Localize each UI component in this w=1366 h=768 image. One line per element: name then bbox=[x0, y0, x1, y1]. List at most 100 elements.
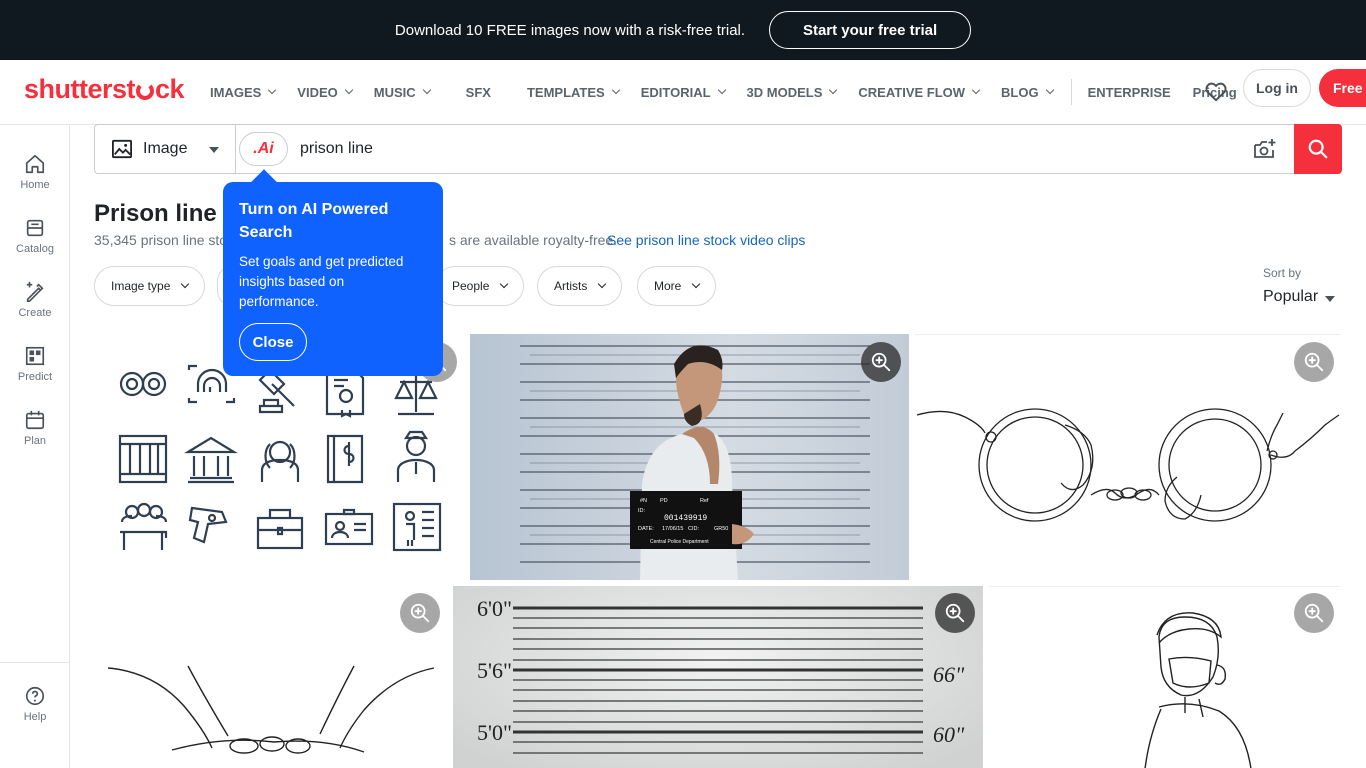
rail-create[interactable]: Create bbox=[0, 281, 70, 319]
height-label-56: 5'6" bbox=[477, 658, 512, 683]
search-input[interactable] bbox=[300, 135, 1200, 163]
logo-ring-icon bbox=[136, 82, 155, 100]
tooltip-body: Set goals and get predicted insights bas… bbox=[239, 254, 404, 309]
svg-text:Ref: Ref bbox=[700, 498, 709, 504]
rail-catalog[interactable]: Catalog bbox=[0, 217, 70, 255]
height-label-6ft: 6'0" bbox=[477, 596, 512, 621]
rail-home-label: Home bbox=[20, 179, 50, 191]
promo-text: Download 10 FREE images now with a risk-… bbox=[394, 21, 746, 39]
nav-sfx[interactable]: SFX bbox=[466, 85, 491, 100]
svg-text:CID:: CID: bbox=[688, 526, 699, 532]
tooltip-close-button[interactable]: Close bbox=[239, 323, 307, 361]
nav-music[interactable]: MUSIC bbox=[374, 85, 431, 100]
filter-artists[interactable]: Artists bbox=[537, 266, 623, 306]
site-header: shutterst ck IMAGES VIDEO MUSIC SFX TEMPL… bbox=[0, 60, 1366, 125]
rail-home[interactable]: Home bbox=[0, 153, 70, 191]
rail-predict-label: Predict bbox=[17, 371, 53, 383]
zoom-button[interactable] bbox=[861, 342, 901, 382]
rail-help[interactable]: Help bbox=[0, 685, 70, 723]
home-icon bbox=[25, 154, 45, 174]
placard-date: 17/06/15 bbox=[662, 526, 683, 532]
rail-help-label: Help bbox=[23, 711, 47, 723]
logo-text-start: shutterst bbox=[24, 74, 136, 104]
nav-templates[interactable]: TEMPLATES bbox=[527, 85, 620, 100]
ai-search-toggle[interactable]: .Ai bbox=[239, 132, 288, 166]
nav-divider bbox=[1070, 79, 1072, 105]
rail-catalog-label: Catalog bbox=[16, 243, 54, 255]
result-tile-mugshot[interactable]: #N PD Ref ID: 001439919 DATE: 17/06/15 C… bbox=[470, 334, 909, 580]
result-tile-height-chart[interactable]: 6'0" 5'6" 5'0" 66" 60" bbox=[453, 586, 983, 768]
chevron-down-icon bbox=[971, 85, 981, 95]
logo-text-end: ck bbox=[155, 74, 185, 104]
search-bar: Image .Ai bbox=[94, 124, 1342, 174]
result-tile-masked-person[interactable] bbox=[989, 586, 1340, 768]
tooltip-title: Turn on AI Powered Search bbox=[239, 201, 389, 241]
rail-predict[interactable]: Predict bbox=[0, 345, 70, 383]
chevron-down-icon bbox=[1045, 85, 1054, 95]
svg-text:ID:: ID: bbox=[638, 508, 646, 514]
search-button[interactable] bbox=[1294, 124, 1342, 174]
chevron-down-icon bbox=[829, 85, 838, 95]
create-icon bbox=[26, 281, 44, 302]
chevron-down-icon bbox=[611, 85, 620, 95]
zoom-button[interactable] bbox=[1294, 342, 1334, 382]
result-tile-handcuffs[interactable] bbox=[915, 334, 1340, 580]
placard-department: Central Police Department bbox=[650, 539, 709, 545]
filter-people[interactable]: People bbox=[435, 266, 525, 306]
chevron-down-icon bbox=[422, 85, 431, 95]
chevron-down-icon bbox=[344, 85, 354, 95]
chevron-down-icon bbox=[268, 85, 277, 95]
camera-search-icon[interactable] bbox=[1253, 138, 1277, 160]
rail-plan-label: Plan bbox=[23, 435, 47, 447]
sort-label: Sort by bbox=[1263, 266, 1302, 280]
free-trial-header-button[interactable]: Free t bbox=[1319, 69, 1366, 107]
calendar-icon bbox=[25, 410, 45, 430]
nav-blog[interactable]: BLOG bbox=[1001, 85, 1054, 100]
help-icon bbox=[25, 686, 45, 706]
nav-editorial[interactable]: EDITORIAL bbox=[641, 85, 726, 100]
zoom-in-icon bbox=[871, 352, 891, 372]
svg-text:GR50: GR50 bbox=[714, 526, 728, 532]
nav-creative-flow[interactable]: CREATIVE FLOW bbox=[858, 85, 981, 100]
handcuffs-line-art bbox=[916, 408, 1340, 522]
media-type-select[interactable]: Image bbox=[95, 125, 236, 173]
filter-image-type[interactable]: Image type bbox=[94, 266, 206, 306]
left-rail: Home Catalog Create Predict Plan Help bbox=[0, 125, 70, 768]
result-tile-cuffed-hands[interactable] bbox=[94, 586, 447, 768]
start-free-trial-button[interactable]: Start your free trial bbox=[769, 11, 972, 49]
svg-text:PD: PD bbox=[660, 498, 668, 504]
zoom-in-icon bbox=[1304, 352, 1324, 372]
height-label-60: 60" bbox=[933, 722, 965, 747]
svg-text:DATE:: DATE: bbox=[638, 526, 654, 532]
nav-images[interactable]: IMAGES bbox=[210, 85, 277, 100]
chevron-down-icon bbox=[717, 85, 726, 95]
height-chart-photo: 6'0" 5'6" 5'0" 66" 60" bbox=[477, 596, 965, 754]
heart-icon[interactable] bbox=[1203, 78, 1229, 104]
chevron-down-icon bbox=[692, 279, 701, 289]
ai-search-tooltip: Turn on AI Powered Search Set goals and … bbox=[223, 182, 443, 376]
svg-text:#N: #N bbox=[640, 498, 647, 504]
mugshot-photo: #N PD Ref ID: 001439919 DATE: 17/06/15 C… bbox=[520, 345, 870, 580]
height-label-66: 66" bbox=[933, 662, 965, 687]
zoom-button[interactable] bbox=[400, 593, 440, 633]
nav-enterprise[interactable]: ENTERPRISE bbox=[1088, 85, 1171, 100]
main-nav: IMAGES VIDEO MUSIC SFX TEMPLATES EDITORI… bbox=[210, 60, 1273, 124]
catalog-icon bbox=[26, 219, 44, 237]
height-label-5ft: 5'0" bbox=[477, 720, 512, 745]
results-count: 35,345 prison line sto bbox=[94, 232, 228, 248]
page-title: Prison line r bbox=[94, 200, 233, 227]
login-button[interactable]: Log in bbox=[1243, 69, 1311, 107]
filter-more[interactable]: More bbox=[637, 266, 717, 306]
placard-id: 001439919 bbox=[664, 514, 707, 523]
zoom-button[interactable] bbox=[935, 593, 975, 633]
rail-plan[interactable]: Plan bbox=[0, 409, 70, 447]
shutterstock-logo[interactable]: shutterst ck bbox=[24, 74, 185, 105]
zoom-in-icon bbox=[410, 603, 430, 623]
caret-down-icon bbox=[1325, 296, 1335, 302]
sort-select[interactable]: Popular bbox=[1263, 288, 1318, 306]
video-clips-link[interactable]: See prison line stock video clips bbox=[607, 232, 805, 248]
nav-video[interactable]: VIDEO bbox=[297, 85, 354, 100]
nav-3d-models[interactable]: 3D MODELS bbox=[747, 85, 838, 100]
zoom-button[interactable] bbox=[1294, 593, 1334, 633]
masked-person-line-art bbox=[1144, 612, 1252, 768]
